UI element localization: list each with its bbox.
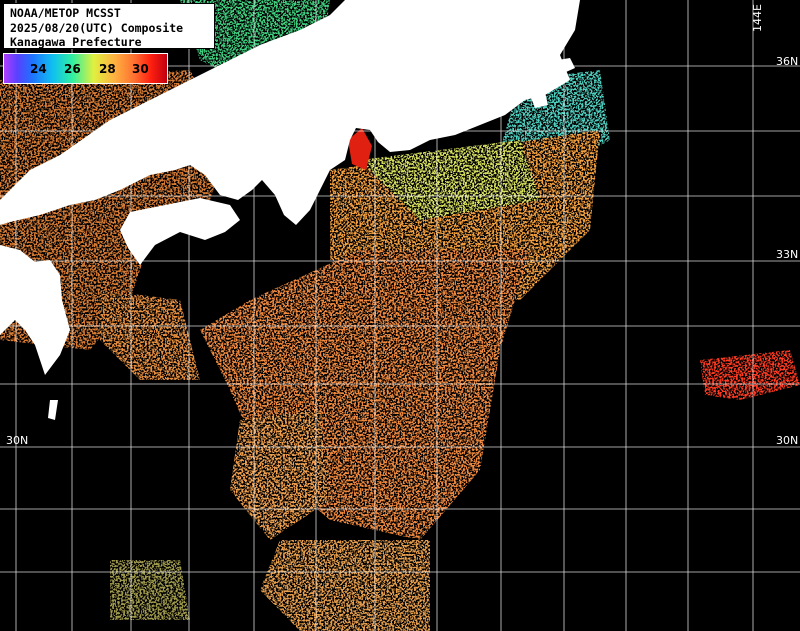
lat-label-30n-right: 30N <box>776 434 799 447</box>
temperature-color-scale: 24 26 28 30 <box>3 53 168 84</box>
scale-label-26: 26 <box>64 62 81 76</box>
scale-label-24: 24 <box>30 62 47 76</box>
lat-label-30n-left: 30N <box>6 434 29 447</box>
lat-label-36n: 36N <box>776 55 799 68</box>
title-line-1: NOAA/METOP MCSST <box>10 6 121 20</box>
map-title-box: NOAA/METOP MCSST 2025/08/20(UTC) Composi… <box>3 3 215 49</box>
lat-label-33n: 33N <box>776 248 799 261</box>
scale-label-30: 30 <box>132 62 149 76</box>
sst-map <box>0 0 800 631</box>
title-line-2: 2025/08/20(UTC) Composite <box>10 20 184 35</box>
lon-label-144e: 144E <box>751 4 764 32</box>
title-line-3: Kanagawa Prefecture <box>10 35 142 49</box>
scale-label-28: 28 <box>99 62 116 76</box>
